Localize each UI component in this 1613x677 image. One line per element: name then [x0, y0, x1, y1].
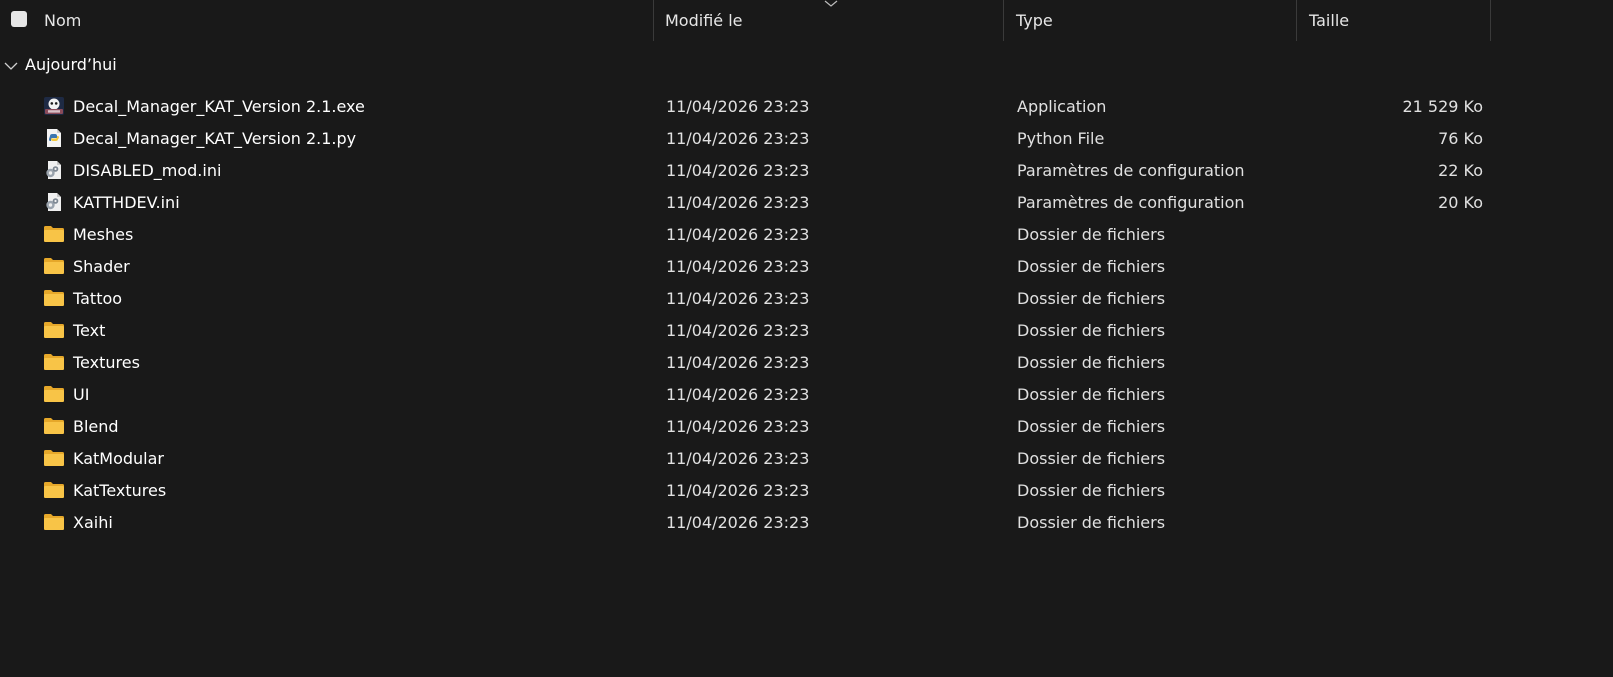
- chevron-down-icon[interactable]: [4, 61, 18, 71]
- file-modified-date: 11/04/2026 23:23: [666, 321, 810, 340]
- file-row[interactable]: DISABLED_mod.ini 11/04/2026 23:23 Paramètr…: [0, 154, 1500, 186]
- file-name[interactable]: Shader: [73, 257, 130, 276]
- column-header-name[interactable]: Nom: [44, 0, 654, 41]
- column-divider[interactable]: [653, 0, 654, 41]
- file-row[interactable]: Textures 11/04/2026 23:23 Dossier de fichi…: [0, 346, 1500, 378]
- folder-icon: [43, 224, 65, 244]
- file-modified-date: 11/04/2026 23:23: [666, 257, 810, 276]
- folder-icon: [43, 448, 65, 468]
- file-name[interactable]: KatModular: [73, 449, 164, 468]
- file-modified-date: 11/04/2026 23:23: [666, 129, 810, 148]
- file-type: Dossier de fichiers: [1017, 289, 1166, 308]
- file-type: Python File: [1017, 129, 1105, 148]
- file-row[interactable]: Tattoo 11/04/2026 23:23 Dossier de fichier…: [0, 282, 1500, 314]
- file-type: Dossier de fichiers: [1017, 449, 1166, 468]
- file-type: Dossier de fichiers: [1017, 353, 1166, 372]
- file-size: 22 Ko: [1438, 161, 1483, 180]
- file-type: Dossier de fichiers: [1017, 481, 1166, 500]
- folder-icon: [43, 352, 65, 372]
- file-modified-date: 11/04/2026 23:23: [666, 481, 810, 500]
- file-name[interactable]: Decal_Manager_KAT_Version 2.1.exe: [73, 97, 365, 116]
- column-header-modified[interactable]: Modifié le: [665, 0, 1005, 41]
- file-row[interactable]: Text 11/04/2026 23:23 Dossier de fichiers: [0, 314, 1500, 346]
- file-row[interactable]: KATTHDEV.ini 11/04/2026 23:23 Paramètres d…: [0, 186, 1500, 218]
- file-modified-date: 11/04/2026 23:23: [666, 353, 810, 372]
- file-type: Dossier de fichiers: [1017, 513, 1166, 532]
- column-header-type[interactable]: Type: [1016, 0, 1306, 41]
- file-name[interactable]: KATTHDEV.ini: [73, 193, 180, 212]
- file-name[interactable]: Xaihi: [73, 513, 113, 532]
- file-modified-date: 11/04/2026 23:23: [666, 161, 810, 180]
- file-name[interactable]: Meshes: [73, 225, 133, 244]
- file-type: Paramètres de configuration: [1017, 161, 1245, 180]
- file-name[interactable]: Decal_Manager_KAT_Version 2.1.py: [73, 129, 356, 148]
- select-all-checkbox[interactable]: [11, 11, 27, 27]
- file-name[interactable]: Text: [73, 321, 105, 340]
- group-header-today[interactable]: Aujourd’hui: [0, 51, 600, 83]
- folder-icon: [43, 416, 65, 436]
- file-row[interactable]: Meshes 11/04/2026 23:23 Dossier de fichier…: [0, 218, 1500, 250]
- file-row[interactable]: Decal_Manager_KAT_Version 2.1.py 11/04/20…: [0, 122, 1500, 154]
- column-divider[interactable]: [1296, 0, 1297, 41]
- file-modified-date: 11/04/2026 23:23: [666, 385, 810, 404]
- file-row[interactable]: Blend 11/04/2026 23:23 Dossier de fichiers: [0, 410, 1500, 442]
- file-modified-date: 11/04/2026 23:23: [666, 289, 810, 308]
- file-name[interactable]: UI: [73, 385, 89, 404]
- file-row[interactable]: Xaihi 11/04/2026 23:23 Dossier de fichiers: [0, 506, 1500, 538]
- folder-icon: [43, 512, 65, 532]
- folder-icon: [43, 384, 65, 404]
- config-file-icon: [43, 160, 65, 180]
- file-modified-date: 11/04/2026 23:23: [666, 513, 810, 532]
- group-label: Aujourd’hui: [25, 55, 117, 74]
- file-modified-date: 11/04/2026 23:23: [666, 193, 810, 212]
- column-divider[interactable]: [1003, 0, 1004, 41]
- folder-icon: [43, 480, 65, 500]
- app-exe-icon: [43, 96, 65, 116]
- file-modified-date: 11/04/2026 23:23: [666, 417, 810, 436]
- python-file-icon: [43, 128, 65, 148]
- file-type: Dossier de fichiers: [1017, 417, 1166, 436]
- folder-icon: [43, 288, 65, 308]
- file-name[interactable]: DISABLED_mod.ini: [73, 161, 221, 180]
- file-row[interactable]: Decal_Manager_KAT_Version 2.1.exe 11/04/2…: [0, 90, 1500, 122]
- file-explorer-list: Nom Modifié le Type Taille Aujourd’hui D…: [0, 0, 1613, 677]
- file-size: 20 Ko: [1438, 193, 1483, 212]
- file-name[interactable]: Textures: [73, 353, 140, 372]
- file-modified-date: 11/04/2026 23:23: [666, 449, 810, 468]
- file-modified-date: 11/04/2026 23:23: [666, 225, 810, 244]
- file-list: Decal_Manager_KAT_Version 2.1.exe 11/04/2…: [0, 90, 1613, 538]
- file-type: Dossier de fichiers: [1017, 257, 1166, 276]
- column-header-bar: Nom Modifié le Type Taille: [0, 0, 1613, 41]
- column-divider[interactable]: [1490, 0, 1491, 41]
- file-size: 21 529 Ko: [1402, 97, 1483, 116]
- file-row[interactable]: KatModular 11/04/2026 23:23 Dossier de fic…: [0, 442, 1500, 474]
- file-name[interactable]: KatTextures: [73, 481, 166, 500]
- folder-icon: [43, 320, 65, 340]
- file-size: 76 Ko: [1438, 129, 1483, 148]
- file-modified-date: 11/04/2026 23:23: [666, 97, 810, 116]
- file-type: Dossier de fichiers: [1017, 225, 1166, 244]
- file-name[interactable]: Tattoo: [73, 289, 122, 308]
- file-row[interactable]: Shader 11/04/2026 23:23 Dossier de fichier…: [0, 250, 1500, 282]
- file-row[interactable]: UI 11/04/2026 23:23 Dossier de fichiers: [0, 378, 1500, 410]
- file-name[interactable]: Blend: [73, 417, 119, 436]
- file-type: Application: [1017, 97, 1107, 116]
- folder-icon: [43, 256, 65, 276]
- column-header-size[interactable]: Taille: [1309, 0, 1494, 41]
- file-type: Dossier de fichiers: [1017, 321, 1166, 340]
- config-file-icon: [43, 192, 65, 212]
- file-row[interactable]: KatTextures 11/04/2026 23:23 Dossier de fi…: [0, 474, 1500, 506]
- file-type: Paramètres de configuration: [1017, 193, 1245, 212]
- file-type: Dossier de fichiers: [1017, 385, 1166, 404]
